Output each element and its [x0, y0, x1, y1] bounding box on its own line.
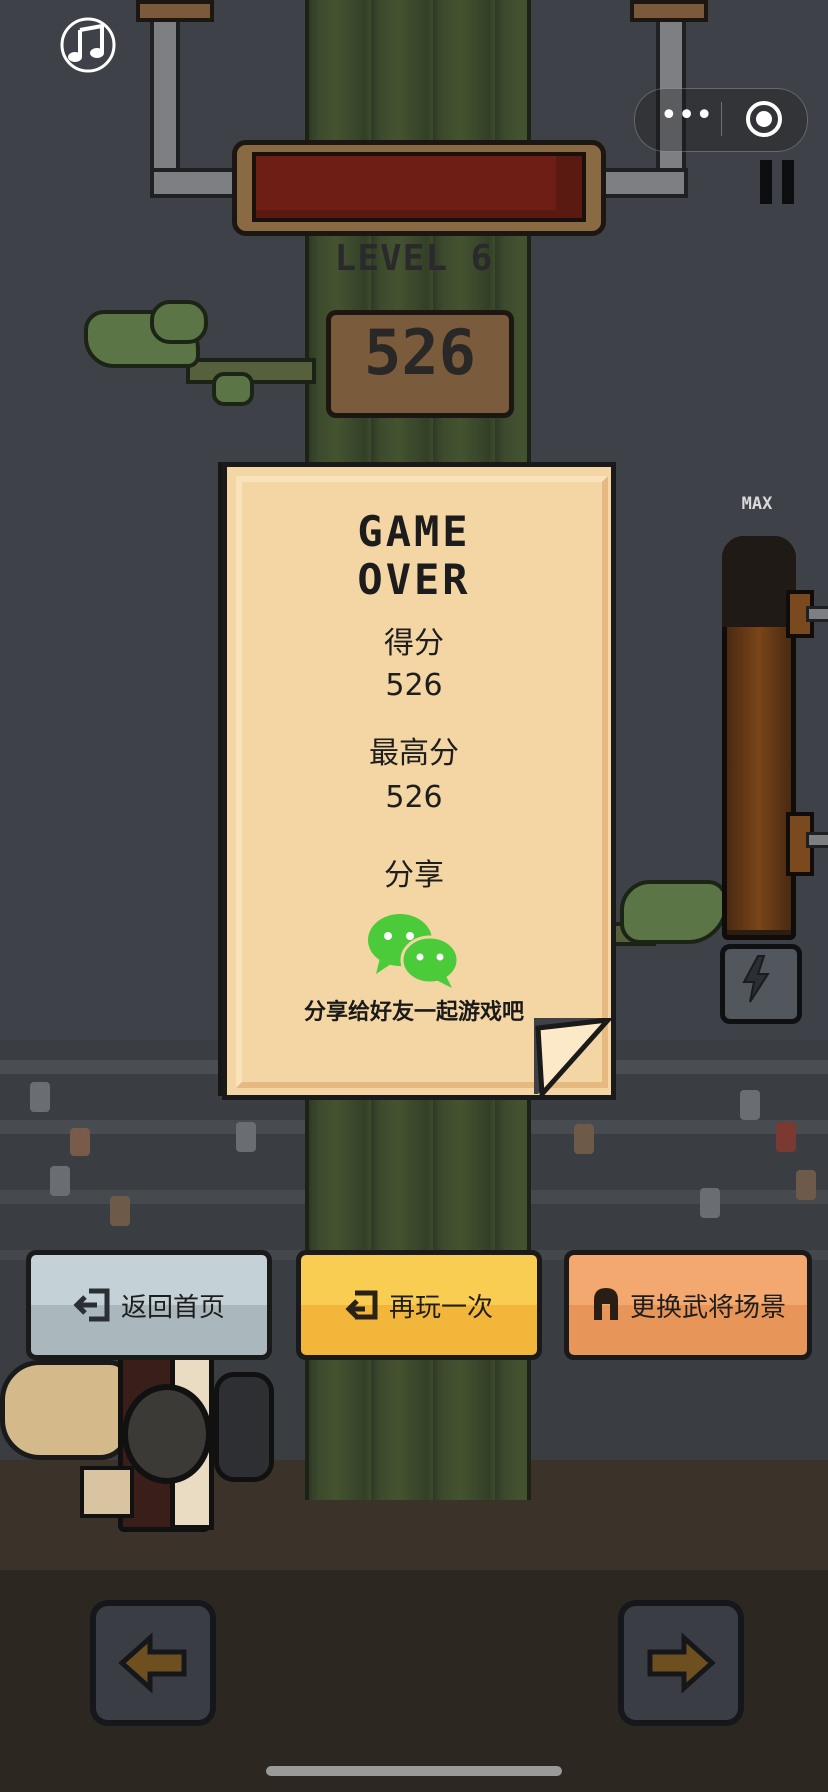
crowd-fan	[110, 1196, 130, 1226]
score-sign-value: 526	[364, 316, 476, 389]
skull-prop	[0, 1360, 130, 1460]
music-icon[interactable]	[58, 16, 118, 74]
back-home-label: 返回首页	[120, 1292, 225, 1323]
play-again-label: 再玩一次	[388, 1292, 493, 1323]
left-arrow-icon	[118, 1632, 187, 1694]
exit-icon	[73, 1288, 110, 1322]
crowd-fan	[574, 1124, 594, 1154]
wechat-icon[interactable]	[366, 912, 462, 988]
left-pipe-cap	[136, 0, 214, 22]
meter-pipe	[806, 832, 828, 848]
score-label: 得分	[384, 626, 444, 661]
crowd-fan	[236, 1122, 256, 1152]
crowd-fan	[740, 1090, 760, 1120]
right-arrow-button[interactable]	[618, 1600, 744, 1726]
best-score-label: 最高分	[369, 736, 459, 771]
play-again-button[interactable]: 再玩一次	[296, 1250, 542, 1360]
share-label: 分享	[384, 858, 444, 893]
crate-prop	[80, 1466, 134, 1518]
right-arrow-icon	[647, 1632, 716, 1694]
power-meter-fill	[727, 627, 791, 930]
best-score-value: 526	[385, 780, 443, 815]
left-branch-leaves	[212, 372, 254, 406]
crowd-fan	[776, 1122, 796, 1152]
game-over-title-line1: GAME	[357, 507, 471, 556]
crowd-fan	[70, 1128, 90, 1156]
meter-max-label: MAX	[741, 494, 773, 514]
left-branch-leaves	[150, 300, 208, 344]
shield-prop	[122, 1384, 212, 1484]
crowd-fan	[50, 1166, 70, 1196]
crowd-fan	[700, 1188, 720, 1218]
left-arrow-button[interactable]	[90, 1600, 216, 1726]
game-over-title-line2: OVER	[357, 555, 471, 604]
change-general-scene-label: 更换武将场景	[629, 1292, 786, 1323]
right-pipe-cap	[630, 0, 708, 22]
more-icon[interactable]: •••	[660, 101, 713, 134]
right-branch-leaves	[620, 880, 728, 944]
crowd-fan	[796, 1170, 816, 1200]
replay-icon	[345, 1290, 378, 1320]
game-over-title: GAME OVER	[222, 508, 606, 604]
score-value: 526	[385, 668, 443, 703]
close-target-dot	[756, 111, 772, 127]
helmet-icon	[593, 1288, 618, 1320]
home-indicator[interactable]	[266, 1766, 562, 1776]
armor-prop	[214, 1372, 274, 1482]
capsule-divider	[721, 102, 722, 136]
pause-icon[interactable]	[760, 160, 796, 204]
lightning-icon	[738, 954, 774, 1004]
meter-pipe	[806, 606, 828, 622]
left-pipe-vertical	[150, 0, 180, 188]
level-label: LEVEL 6	[334, 238, 494, 279]
power-meter-empty	[722, 536, 796, 627]
share-to-friends-link[interactable]: 分享给好友一起游戏吧	[222, 994, 606, 1026]
change-general-scene-button[interactable]: 更换武将场景	[564, 1250, 812, 1360]
health-bar-fill	[256, 156, 556, 210]
back-home-button[interactable]: 返回首页	[26, 1250, 272, 1360]
card-corner-fold	[534, 1016, 615, 1101]
crowd-fan	[30, 1082, 50, 1112]
